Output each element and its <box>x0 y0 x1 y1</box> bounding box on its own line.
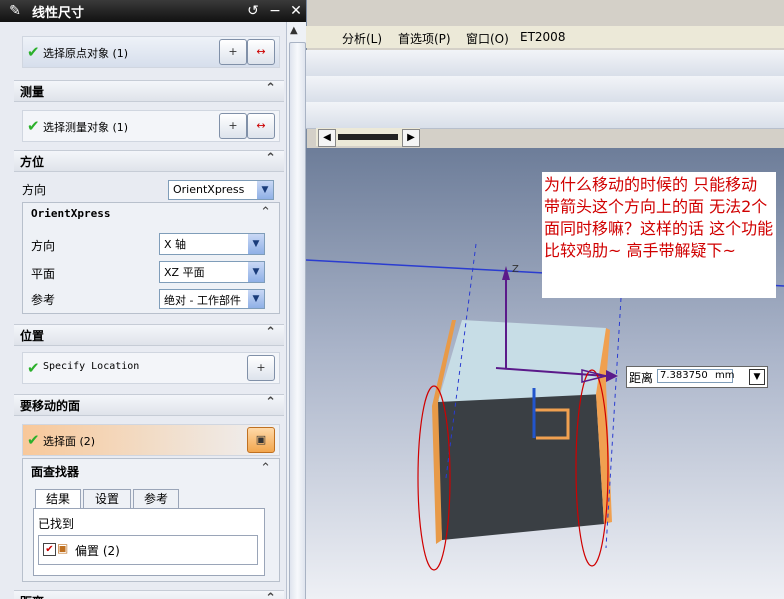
specify-location-label: Specify Location <box>43 361 140 372</box>
measure-dimension-icon[interactable]: ↔ <box>247 39 275 65</box>
distance-section-header[interactable]: 距离 ⌃ <box>14 590 284 599</box>
toolbar-2 <box>306 76 784 103</box>
menu-et2008[interactable]: ET2008 <box>520 30 565 44</box>
close-button[interactable]: ✕ <box>287 2 305 20</box>
dialog-body: ✔ 选择原点对象 (1) + ↔ 测量 ⌃ ✔ 选择测量对象 (1) + ↔ 方… <box>0 22 286 599</box>
reference-value: 绝对 - 工作部件 <box>164 294 241 307</box>
toolbar-3 <box>306 102 784 129</box>
checkbox[interactable]: ✔ <box>43 543 56 556</box>
found-label: 已找到 <box>38 517 75 531</box>
select-measure-row[interactable]: ✔ 选择测量对象 (1) + ↔ <box>22 110 280 142</box>
sub-direction-value: X 轴 <box>164 238 187 251</box>
select-origin-label: 选择原点对象 (1) <box>43 47 129 60</box>
scroll-left-icon[interactable]: ◀ <box>318 129 336 147</box>
orientation-header-label: 方位 <box>20 155 45 169</box>
measure-header-label: 测量 <box>20 85 45 99</box>
toolbar-1 <box>306 50 784 77</box>
collapse-icon[interactable]: ⌃ <box>265 151 276 166</box>
tab-results-label: 结果 <box>45 492 70 506</box>
direction-select[interactable]: OrientXpress ▼ <box>168 180 274 200</box>
collapse-icon[interactable]: ⌃ <box>260 205 271 220</box>
found-item-label: 偏置 (2) <box>75 544 120 558</box>
chevron-down-icon[interactable]: ▼ <box>248 234 264 254</box>
distance-input-box[interactable]: 距离 7.383750 mm ▼ <box>626 366 768 388</box>
face-cube-icon[interactable]: ▣ <box>247 427 275 453</box>
linear-dimension-dialog: ✎ 线性尺寸 ↺ − ✕ ✔ 选择原点对象 (1) + ↔ 测量 ⌃ ✔ 选择测… <box>0 0 307 599</box>
select-measure-label: 选择测量对象 (1) <box>43 121 129 134</box>
menu-window[interactable]: 窗口(O) <box>466 30 509 47</box>
collapse-icon[interactable]: ⌃ <box>260 461 271 476</box>
collapse-icon[interactable]: ⌃ <box>265 325 276 340</box>
faces-section-header[interactable]: 要移动的面 ⌃ <box>14 394 284 416</box>
dialog-scrollbar[interactable]: ▲ <box>286 22 306 599</box>
measure-section-header[interactable]: 测量 ⌃ <box>14 80 284 102</box>
sub-direction-select[interactable]: X 轴 ▼ <box>159 233 265 255</box>
scroll-right-icon[interactable]: ▶ <box>402 129 420 147</box>
select-face-row[interactable]: ✔ 选择面 (2) ▣ <box>22 424 280 456</box>
point-constructor-icon[interactable]: + <box>219 39 247 65</box>
horizontal-scroller[interactable]: ◀ ▶ <box>316 128 420 147</box>
direction-label: 方向 <box>22 183 47 197</box>
tab-settings-label: 设置 <box>94 492 119 506</box>
cube-top-face <box>438 320 606 402</box>
collapse-icon[interactable]: ⌃ <box>265 81 276 96</box>
reference-label: 参考 <box>31 293 56 307</box>
z-axis-label: Z <box>512 264 519 275</box>
scroll-track[interactable] <box>338 134 398 140</box>
results-list: 已找到 ✔ ▣ 偏置 (2) <box>33 508 265 576</box>
check-icon: ✔ <box>27 43 40 61</box>
orientxpress-panel: OrientXpress ⌃ 方向 X 轴 ▼ 平面 XZ 平面 ▼ 参考 绝对… <box>22 202 280 314</box>
menu-bar: 分析(L) 首选项(P) 窗口(O) ET2008 <box>306 26 784 48</box>
tab-reference[interactable]: 参考 <box>133 489 179 508</box>
check-icon: ✔ <box>27 117 40 135</box>
collapse-icon[interactable]: ⌃ <box>265 395 276 410</box>
orientation-section-header[interactable]: 方位 ⌃ <box>14 150 284 172</box>
sub-direction-label: 方向 <box>31 239 56 253</box>
dialog-titlebar: ✎ 线性尺寸 ↺ − ✕ <box>0 0 306 22</box>
faces-header-label: 要移动的面 <box>20 399 81 413</box>
direction-value: OrientXpress <box>173 183 245 196</box>
distance-header-label: 距离 <box>20 593 44 599</box>
dialog-title: 线性尺寸 <box>32 6 85 21</box>
chevron-down-icon[interactable]: ▼ <box>257 181 273 199</box>
select-origin-row[interactable]: ✔ 选择原点对象 (1) + ↔ <box>22 36 280 68</box>
specify-location-row[interactable]: ✔ Specify Location + <box>22 352 280 384</box>
chevron-down-icon[interactable]: ▼ <box>248 262 264 282</box>
tab-reference-label: 参考 <box>143 492 168 506</box>
distance-label: 距离 <box>629 371 654 385</box>
collapse-icon[interactable]: ⌃ <box>265 591 276 599</box>
measure-dimension-icon[interactable]: ↔ <box>247 113 275 139</box>
tab-results[interactable]: 结果 <box>35 489 81 509</box>
chevron-down-icon[interactable]: ▼ <box>248 290 264 308</box>
dialog-menu-icon[interactable]: ✎ <box>6 2 24 20</box>
point-constructor-icon[interactable]: + <box>219 113 247 139</box>
location-section-header[interactable]: 位置 ⌃ <box>14 324 284 346</box>
location-header-label: 位置 <box>20 329 45 343</box>
scrollbar-thumb[interactable] <box>289 42 306 599</box>
menu-analysis[interactable]: 分析(L) <box>342 30 382 47</box>
check-icon: ✔ <box>27 431 40 449</box>
select-face-label: 选择面 (2) <box>43 435 96 448</box>
z-arrowhead <box>502 266 510 280</box>
face-finder-header: 面查找器 <box>31 465 80 479</box>
plane-select[interactable]: XZ 平面 ▼ <box>159 261 265 283</box>
chevron-down-icon[interactable]: ▼ <box>749 369 765 385</box>
face-finder-panel: 面查找器 ⌃ 结果 设置 参考 已找到 ✔ ▣ 偏置 (2) <box>22 458 280 582</box>
tab-settings[interactable]: 设置 <box>83 489 131 508</box>
plane-value: XZ 平面 <box>164 266 205 279</box>
distance-unit: mm <box>715 370 735 381</box>
minimize-button[interactable]: − <box>266 2 284 20</box>
location-crosshair-icon[interactable]: + <box>247 355 275 381</box>
scroll-up-icon[interactable]: ▲ <box>290 25 298 36</box>
check-icon: ✔ <box>27 359 40 377</box>
reference-select[interactable]: 绝对 - 工作部件 ▼ <box>159 289 265 309</box>
plane-label: 平面 <box>31 267 56 281</box>
list-item[interactable]: ✔ ▣ 偏置 (2) <box>38 535 258 565</box>
orientxpress-header: OrientXpress <box>31 207 111 220</box>
reset-icon[interactable]: ↺ <box>244 2 262 20</box>
offset-face-icon: ▣ <box>57 541 69 555</box>
annotation-note: 为什么移动的时候的 只能移动 带箭头这个方向上的面 无法2个面同时移嘛？这样的话… <box>542 172 776 298</box>
menu-preferences[interactable]: 首选项(P) <box>398 30 451 47</box>
